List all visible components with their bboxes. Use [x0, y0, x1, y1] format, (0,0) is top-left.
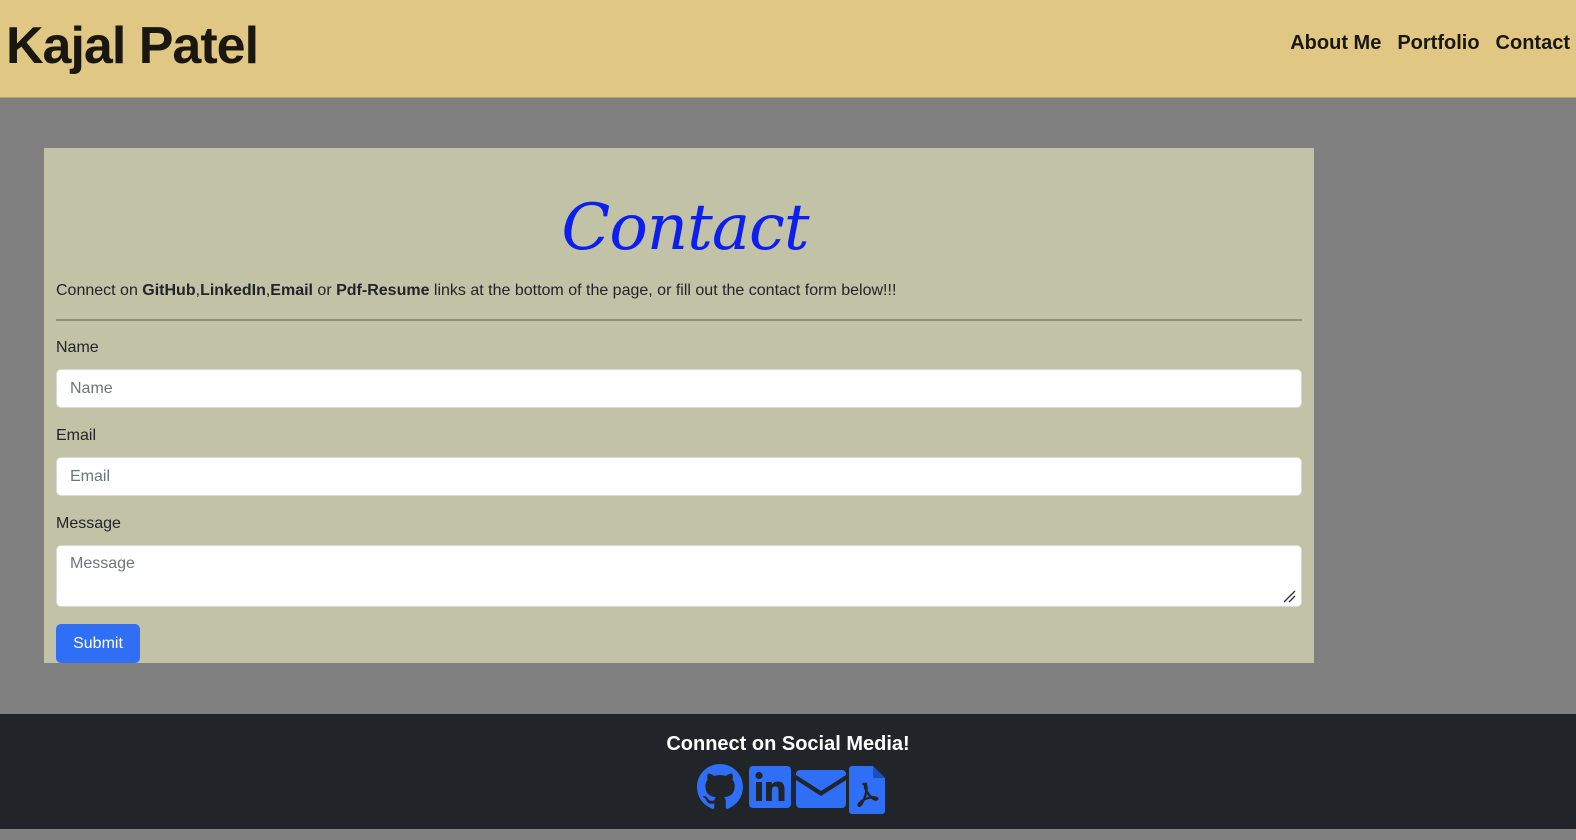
github-icon: [697, 764, 743, 809]
message-label: Message: [56, 515, 121, 532]
contact-intro: Connect on GitHub,LinkedIn,Email or Pdf-…: [56, 280, 896, 302]
github-link[interactable]: [697, 764, 743, 810]
main-nav: About Me Portfolio Contact: [1290, 30, 1570, 56]
email-link[interactable]: [796, 770, 846, 808]
envelope-icon: [796, 770, 846, 808]
contact-title: Contact: [561, 191, 809, 265]
intro-resume: Pdf-Resume: [336, 282, 430, 299]
site-brand[interactable]: Kajal Patel: [6, 14, 259, 78]
message-textarea[interactable]: [56, 545, 1302, 607]
nav-portfolio[interactable]: Portfolio: [1397, 30, 1479, 56]
footer-title: Connect on Social Media!: [666, 733, 910, 755]
nav-about-me[interactable]: About Me: [1290, 30, 1381, 56]
pdf-file-icon: [849, 766, 885, 814]
email-input[interactable]: [56, 457, 1302, 496]
linkedin-link[interactable]: [749, 766, 791, 808]
submit-button[interactable]: Submit: [56, 624, 140, 663]
intro-prefix: Connect on: [56, 282, 143, 299]
intro-github: GitHub: [142, 282, 196, 299]
nav-contact[interactable]: Contact: [1496, 30, 1570, 56]
intro-linkedin: LinkedIn: [200, 282, 266, 299]
name-input[interactable]: [56, 369, 1302, 408]
resize-grip-icon[interactable]: [1282, 589, 1296, 603]
site-header: Kajal Patel About Me Portfolio Contact: [0, 0, 1576, 98]
resume-link[interactable]: [849, 766, 885, 814]
intro-suffix: links at the bottom of the page, or fill…: [429, 282, 897, 299]
email-label: Email: [56, 427, 97, 444]
linkedin-icon: [749, 766, 791, 808]
intro-email: Email: [270, 282, 313, 299]
name-label: Name: [56, 339, 99, 356]
divider: [56, 319, 1302, 321]
intro-or: or: [312, 282, 337, 299]
